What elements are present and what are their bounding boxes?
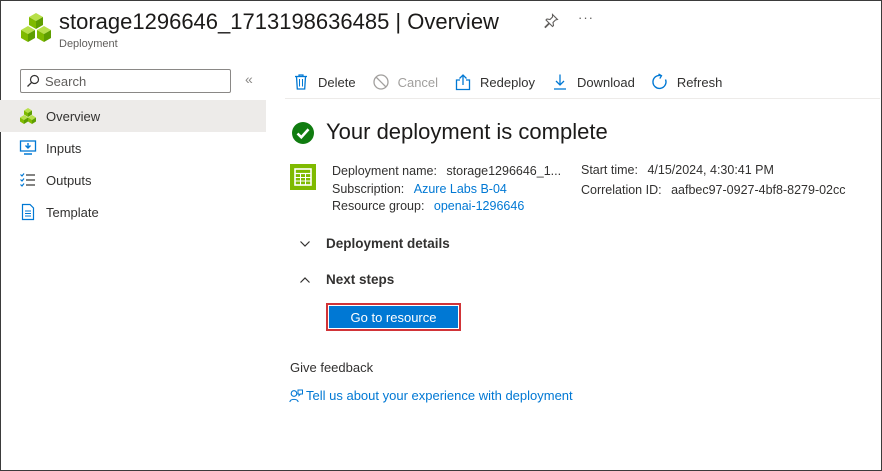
delete-button[interactable]: Delete xyxy=(292,73,356,91)
feedback-link-label: Tell us about your experience with deplo… xyxy=(306,388,573,403)
delete-label: Delete xyxy=(318,74,356,90)
sidebar-nav: Overview Inputs Outputs Template xyxy=(0,100,266,228)
upload-icon xyxy=(455,74,471,91)
sidebar-item-label: Overview xyxy=(46,108,101,124)
chevron-up-icon xyxy=(300,276,310,283)
resource-group-row: Resource group: openai-1296646 xyxy=(332,198,561,216)
deployment-name-value: storage1296646_1... xyxy=(446,164,562,178)
inputs-icon xyxy=(19,140,37,155)
success-check-icon xyxy=(292,122,314,144)
resource-grid-icon xyxy=(290,164,316,190)
go-to-resource-button[interactable]: Go to resource xyxy=(326,303,461,331)
feedback-heading: Give feedback xyxy=(290,360,374,375)
page-subtitle: Deployment xyxy=(59,38,118,50)
sidebar-item-label: Inputs xyxy=(46,140,82,156)
deployment-cubes-icon xyxy=(21,13,51,42)
correlation-label: Correlation ID: xyxy=(581,183,662,197)
correlation-value: aafbec97-0927-4bf8-8279-02cc xyxy=(671,183,846,197)
deployment-summary: Deployment name: storage1296646_1... Sub… xyxy=(332,163,561,216)
download-button[interactable]: Download xyxy=(551,73,635,91)
deployment-name-label: Deployment name: xyxy=(332,164,437,178)
subscription-row: Subscription: Azure Labs B-04 xyxy=(332,181,561,199)
search-box[interactable] xyxy=(20,69,231,93)
correlation-row: Correlation ID: aafbec97-0927-4bf8-8279-… xyxy=(581,183,856,197)
feedback-link[interactable]: Tell us about your experience with deplo… xyxy=(289,388,573,403)
sidebar-item-inputs[interactable]: Inputs xyxy=(0,132,266,164)
toolbar-divider xyxy=(285,98,880,99)
start-time-value: 4/15/2024, 4:30:41 PM xyxy=(647,163,774,177)
deployment-details-toggle[interactable]: Deployment details xyxy=(298,236,450,251)
deployment-status-heading: Your deployment is complete xyxy=(326,119,608,144)
deployment-name-row: Deployment name: storage1296646_1... xyxy=(332,163,561,181)
refresh-icon xyxy=(652,73,667,90)
chevron-down-icon xyxy=(300,240,310,247)
cancel-label: Cancel xyxy=(397,74,439,90)
resource-group-label: Resource group: xyxy=(332,199,425,213)
resource-group-link[interactable]: openai-1296646 xyxy=(434,199,524,213)
overview-icon xyxy=(20,108,36,124)
refresh-label: Refresh xyxy=(676,74,723,90)
subscription-link[interactable]: Azure Labs B-04 xyxy=(414,182,507,196)
go-to-resource-label: Go to resource xyxy=(329,306,458,328)
more-options-icon[interactable]: ··· xyxy=(578,10,594,25)
sidebar-item-template[interactable]: Template xyxy=(0,196,266,228)
page-title: storage1296646_1713198636485 | Overview xyxy=(59,9,499,34)
collapse-sidebar-icon[interactable]: « xyxy=(245,71,253,87)
deployment-details-label: Deployment details xyxy=(326,236,450,251)
trash-icon xyxy=(295,74,307,90)
page-header: storage1296646_1713198636485 | Overview … xyxy=(0,0,880,60)
download-icon xyxy=(553,74,566,90)
template-icon xyxy=(21,203,35,221)
redeploy-label: Redeploy xyxy=(480,74,535,90)
refresh-button[interactable]: Refresh xyxy=(651,73,723,91)
download-label: Download xyxy=(576,74,635,90)
command-bar: Delete Cancel Redeploy Download Refresh xyxy=(292,70,738,94)
feedback-person-icon xyxy=(289,389,303,402)
pin-icon[interactable] xyxy=(543,13,559,29)
sidebar-item-outputs[interactable]: Outputs xyxy=(0,164,266,196)
deployment-timing: Start time: 4/15/2024, 4:30:41 PM Correl… xyxy=(581,163,856,197)
subscription-label: Subscription: xyxy=(332,181,405,196)
search-icon xyxy=(27,74,40,87)
start-time-row: Start time: 4/15/2024, 4:30:41 PM xyxy=(581,163,856,177)
sidebar-item-overview[interactable]: Overview xyxy=(0,100,266,132)
cancel-button[interactable]: Cancel xyxy=(372,73,438,91)
redeploy-button[interactable]: Redeploy xyxy=(454,73,535,91)
next-steps-toggle[interactable]: Next steps xyxy=(298,272,394,287)
sidebar-item-label: Template xyxy=(46,204,99,220)
start-time-label: Start time: xyxy=(581,163,638,177)
cancel-icon xyxy=(372,74,389,90)
sidebar-item-label: Outputs xyxy=(46,172,92,188)
search-input[interactable] xyxy=(45,72,225,90)
next-steps-label: Next steps xyxy=(326,272,395,287)
outputs-icon xyxy=(20,173,35,187)
